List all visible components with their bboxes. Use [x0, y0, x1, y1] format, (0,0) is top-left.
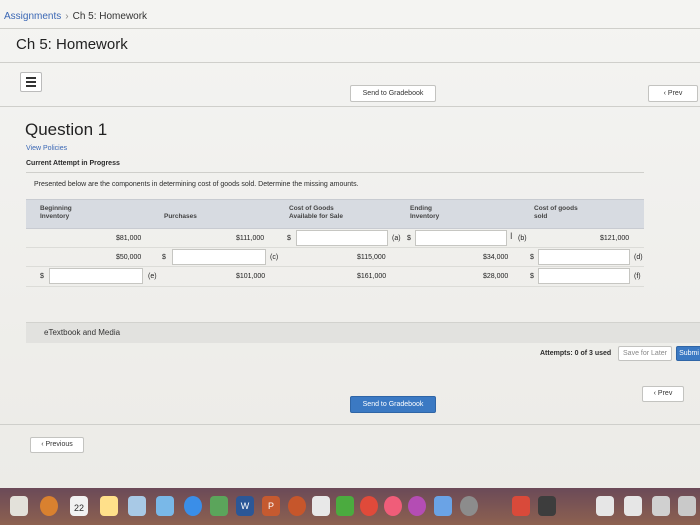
save-for-later-button[interactable]: Save for Later [618, 346, 672, 361]
prev-button[interactable]: ‹ Prev [648, 85, 698, 102]
app-store-icon[interactable] [434, 496, 452, 516]
powerpoint-icon[interactable]: P [262, 496, 280, 516]
calendar-icon[interactable]: 22 [70, 496, 88, 516]
previous-button[interactable]: ‹ Previous [30, 437, 84, 453]
row-divider [26, 247, 644, 248]
breadcrumb: Assignments › Ch 5: Homework [4, 11, 147, 22]
divider [0, 424, 700, 425]
divider [0, 106, 700, 107]
divider [0, 28, 700, 29]
row-divider [26, 266, 644, 267]
trash-icon[interactable] [678, 496, 696, 516]
label-c: (c) [270, 254, 279, 261]
send-to-gradebook-button-bottom[interactable]: Send to Gradebook [350, 396, 436, 413]
downloads-icon[interactable] [652, 496, 670, 516]
divider [26, 172, 644, 173]
word-icon[interactable]: W [236, 496, 254, 516]
label-a: (a) [392, 235, 401, 242]
divider [0, 62, 700, 63]
breadcrumb-current: Ch 5: Homework [72, 11, 148, 22]
header-cost-goods-sold: Cost of goods sold [534, 205, 578, 220]
row1-cogs: $121,000 [600, 235, 630, 242]
label-d: (d) [634, 254, 643, 261]
photos-icon[interactable] [156, 496, 174, 516]
answer-a-input[interactable] [296, 230, 388, 246]
answer-f-input[interactable] [538, 268, 630, 284]
header-cost-available: Cost of Goods Available for Sale [289, 205, 343, 220]
podcasts-icon[interactable] [408, 496, 426, 516]
office-icon[interactable] [288, 496, 306, 516]
view-policies-link[interactable]: View Policies [26, 145, 67, 152]
menu-button[interactable] [20, 72, 42, 92]
currency-symbol: $ [530, 273, 534, 280]
answer-d-input[interactable] [538, 249, 630, 265]
facetime-icon[interactable] [336, 496, 354, 516]
text-cursor-icon: I [510, 231, 513, 241]
attempt-status: Current Attempt in Progress [26, 160, 120, 167]
messages-icon[interactable] [210, 496, 228, 516]
launchpad-icon[interactable] [40, 496, 58, 516]
row2-ending: $34,000 [483, 254, 509, 261]
notes-icon[interactable] [100, 496, 118, 516]
row-divider [26, 286, 644, 287]
row1-purchases: $111,000 [236, 235, 265, 242]
header-ending-inventory: Ending Inventory [410, 205, 440, 220]
row3-purchases: $101,000 [236, 273, 266, 280]
submit-button[interactable]: Submi [676, 346, 700, 361]
safari-icon[interactable] [184, 496, 202, 516]
row3-ending: $28,000 [483, 273, 509, 280]
etextbook-media-bar[interactable]: eTextbook and Media [26, 322, 700, 343]
attempts-counter: Attempts: 0 of 3 used [540, 350, 612, 357]
hamburger-icon-bar [26, 85, 36, 87]
currency-symbol: $ [287, 235, 291, 242]
system-preferences-icon[interactable] [460, 496, 478, 516]
currency-symbol: $ [407, 235, 411, 242]
app-icon[interactable] [538, 496, 556, 516]
header-beginning-inventory: Beginning Inventory [40, 205, 72, 220]
label-b: (b) [518, 235, 527, 242]
hamburger-icon-bar [26, 77, 36, 79]
calendar-app-icon[interactable] [312, 496, 330, 516]
answer-c-input[interactable] [172, 249, 266, 265]
answer-e-input[interactable] [49, 268, 143, 284]
finder-icon[interactable] [10, 496, 28, 516]
answer-b-input[interactable] [415, 230, 507, 246]
currency-symbol: $ [530, 254, 534, 261]
currency-symbol: $ [40, 273, 44, 280]
row2-available: $115,000 [357, 254, 386, 261]
question-prompt: Presented below are the components in de… [34, 181, 359, 188]
breadcrumb-assignments-link[interactable]: Assignments [4, 11, 61, 22]
breadcrumb-separator: › [65, 11, 69, 22]
app-window: Assignments › Ch 5: Homework Ch 5: Homewor… [0, 0, 700, 488]
label-f: (f) [634, 273, 641, 280]
row3-available: $161,000 [357, 273, 387, 280]
folder-icon[interactable] [596, 496, 614, 516]
header-purchases: Purchases [164, 213, 197, 220]
question-title: Question 1 [25, 120, 108, 139]
row2-beginning: $50,000 [116, 254, 142, 261]
app-icon[interactable] [512, 496, 530, 516]
preview-icon[interactable] [128, 496, 146, 516]
label-e: (e) [148, 273, 157, 280]
page-title: Ch 5: Homework [16, 36, 128, 53]
row1-beginning: $81,000 [116, 235, 142, 242]
send-to-gradebook-button[interactable]: Send to Gradebook [350, 85, 436, 102]
hamburger-icon-bar [26, 81, 36, 83]
news-icon[interactable] [360, 496, 378, 516]
currency-symbol: $ [162, 254, 166, 261]
prev-button-bottom[interactable]: ‹ Prev [642, 386, 684, 402]
etextbook-media-label: eTextbook and Media [44, 328, 121, 337]
music-icon[interactable] [384, 496, 402, 516]
folder-icon[interactable] [624, 496, 642, 516]
